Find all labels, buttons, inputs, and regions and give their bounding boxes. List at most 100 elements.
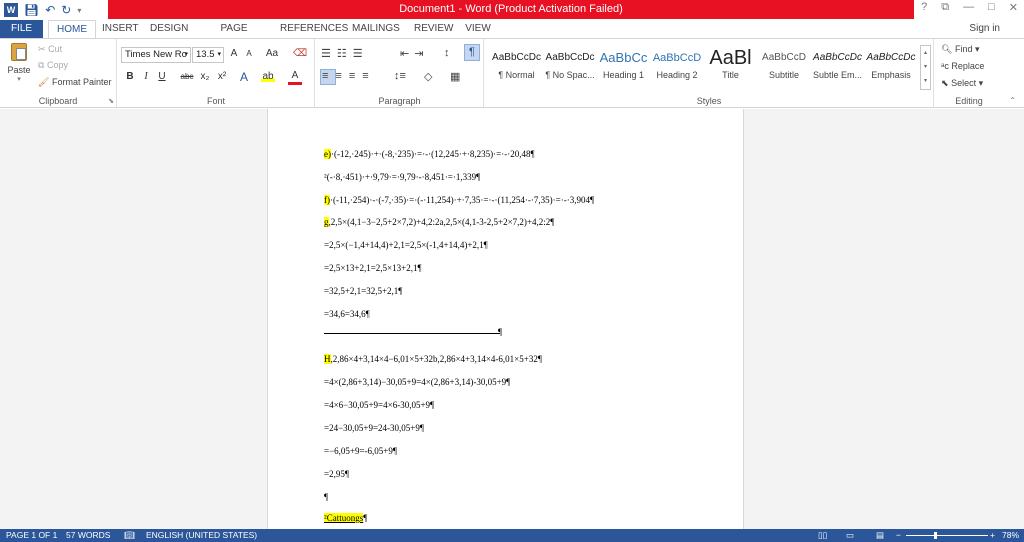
undo-icon[interactable]: ↶ — [45, 3, 55, 17]
alignment-buttons[interactable]: ≡≡≡≡ — [322, 70, 376, 82]
document-line[interactable]: =2,5×13+2,1=2,5×13+2,1¶ — [324, 263, 422, 273]
document-line[interactable]: =2,5×(−1,4+14,4)+2,1=2,5×(-1,4+14,4)+2,1… — [324, 240, 488, 250]
italic-button[interactable]: I — [139, 71, 153, 82]
tab-home[interactable]: HOME — [48, 20, 96, 39]
document-line[interactable]: H,2,86×4+3,14×4−6,01×5+32b,2,86×4+3,14×4… — [324, 354, 542, 364]
document-line[interactable]: f)·(-11,·254)·-·(-7,·35)·=·(-·11,254)·+·… — [324, 195, 594, 205]
grow-font-button[interactable]: A — [227, 48, 241, 59]
style-3[interactable]: AaBbCcD Heading 2 — [650, 46, 705, 94]
web-layout-icon[interactable]: ▤ — [876, 529, 884, 542]
document-line[interactable]: =4×6−30,05+9=4×6-30,05+9¶ — [324, 400, 434, 410]
document-line[interactable]: =32,5+2,1=32,5+2,1¶ — [324, 286, 402, 296]
document-line[interactable]: =−6,05+9=-6,05+9¶ — [324, 446, 397, 456]
font-name-select[interactable]: Times New Ro ▾ — [121, 47, 191, 63]
line-spacing-icon[interactable]: ↕≡ — [394, 70, 406, 82]
style-7[interactable]: AaBbCcDc Emphasis — [864, 46, 919, 94]
zoom-in-icon[interactable]: + — [990, 529, 995, 542]
line-text: =32,5+2,1=32,5+2,1¶ — [324, 286, 403, 296]
style-6[interactable]: AaBbCcDc Subtle Em... — [810, 46, 865, 94]
document-line[interactable]: =2,95¶ — [324, 469, 349, 479]
line-text: ·(-12,·245)·+·(-8,·235)·=·-·(12,245·+·8,… — [331, 149, 535, 159]
zoom-slider[interactable] — [906, 535, 988, 536]
cut-button[interactable]: ✂ Cut — [38, 44, 62, 55]
help-icon[interactable]: ? — [921, 1, 927, 14]
tab-page-layout[interactable]: PAGE LAYOUT — [203, 20, 265, 52]
read-mode-icon[interactable]: ▯▯ — [818, 529, 827, 542]
sort-icon[interactable]: ↕ — [444, 47, 450, 59]
tab-file[interactable]: FILE — [0, 20, 43, 38]
document-line[interactable]: ²(-·8,·451)·+·9,79·=·9,79·-·8,451·=·1,33… — [324, 172, 480, 182]
styles-scroll[interactable]: ▴ ▾ ▾ — [920, 45, 931, 90]
ribbon-display-icon[interactable]: ⧉ — [941, 1, 949, 14]
zoom-level[interactable]: 78% — [1002, 529, 1019, 542]
style-0[interactable]: AaBbCcDc ¶ Normal — [489, 46, 544, 94]
highlight-icon[interactable]: ab — [261, 71, 275, 82]
minimize-icon[interactable]: — — [963, 1, 974, 14]
underline-button[interactable]: U — [155, 71, 169, 82]
tab-insert[interactable]: INSERT — [102, 20, 139, 38]
format-painter-button[interactable]: 🖌︎ Format Painter — [38, 77, 111, 88]
tab-view[interactable]: VIEW — [465, 20, 491, 38]
font-color-icon[interactable]: A — [288, 70, 302, 85]
tab-design[interactable]: DESIGN — [150, 20, 188, 38]
text-effects-icon[interactable]: A — [237, 70, 251, 84]
sign-in-link[interactable]: Sign in — [969, 20, 1000, 38]
window-title: Document1 - Word (Product Activation Fai… — [108, 0, 914, 19]
style-1[interactable]: AaBbCcDc ¶ No Spac... — [543, 46, 598, 94]
word-count[interactable]: 57 WORDS — [66, 529, 110, 542]
document-line[interactable]: ²Cattuongs¶ — [324, 513, 367, 523]
replace-button[interactable]: ᵃc Replace — [941, 61, 984, 71]
maximize-icon[interactable]: □ — [988, 1, 995, 14]
collapse-ribbon-icon[interactable]: ⌃ — [1009, 96, 1016, 105]
copy-button[interactable]: ⧉ Copy — [38, 60, 68, 71]
tab-references[interactable]: REFERENCES — [280, 20, 348, 38]
line-text: ,2,86×4+3,14×4−6,01×5+32b,2,86×4+3,14×4-… — [330, 354, 542, 364]
font-group: Times New Ro ▾ 13.5 ▾ A A Aa ⌫ B I U abc x… — [118, 39, 315, 107]
document-line[interactable]: e)·(-12,·245)·+·(-8,·235)·=·-·(12,245·+·… — [324, 149, 535, 159]
style-5[interactable]: AaBbCcD Subtitle — [757, 46, 812, 94]
style-preview: AaBl — [709, 47, 752, 69]
document-line[interactable]: =24−30,05+9=24-30,05+9¶ — [324, 423, 424, 433]
dialog-launcher-icon[interactable]: ⬊ — [108, 97, 114, 105]
clear-formatting-icon[interactable]: ⌫ — [293, 48, 307, 59]
find-button[interactable]: 🔍︎ Find ▾ — [941, 44, 980, 55]
save-icon[interactable]: 💾︎ — [24, 3, 39, 17]
style-4[interactable]: AaBl Title — [703, 46, 758, 94]
close-icon[interactable]: ✕ — [1009, 1, 1018, 14]
language[interactable]: ENGLISH (UNITED STATES) — [146, 529, 257, 542]
borders-icon[interactable]: ▦ — [450, 70, 460, 83]
document-page[interactable]: ¶ e)·(-12,·245)·+·(-8,·235)·=·-·(12,245·… — [267, 109, 744, 529]
indent-buttons[interactable]: ⇤⇥ — [400, 47, 428, 60]
customize-qat-icon[interactable]: ▾ — [77, 6, 81, 15]
zoom-out-icon[interactable]: − — [896, 529, 901, 542]
list-buttons[interactable]: ☰☷☰ — [321, 47, 369, 60]
bold-button[interactable]: B — [123, 71, 137, 82]
ribbon-tabs: FILE HOME INSERT DESIGN PAGE LAYOUT REFE… — [0, 20, 1024, 52]
zoom-thumb[interactable] — [934, 532, 937, 539]
font-size-select[interactable]: 13.5 ▾ — [192, 47, 224, 63]
strikethrough-button[interactable]: abc — [178, 72, 196, 81]
document-line[interactable]: g,2,5×(4,1−3−2,5+2×7,2)+4,2:2a,2,5×(4,1-… — [324, 217, 554, 227]
document-line[interactable]: ¶ — [324, 492, 328, 502]
show-marks-button[interactable]: ¶ — [464, 44, 480, 61]
window-controls: ? ⧉ — □ ✕ — [921, 1, 1018, 14]
line-text: ¶ — [324, 492, 329, 502]
shrink-font-button[interactable]: A — [242, 49, 256, 58]
style-2[interactable]: AaBbCc Heading 1 — [596, 46, 651, 94]
proofing-icon[interactable]: 📖︎ — [124, 529, 135, 542]
tab-mailings[interactable]: MAILINGS — [352, 20, 400, 38]
subscript-button[interactable]: x₂ — [198, 71, 212, 82]
styles-group: AaBbCcDc ¶ Normal AaBbCcDc ¶ No Spac... AaBb… — [485, 39, 934, 107]
select-button[interactable]: ⬉ Select ▾ — [941, 78, 983, 89]
highlighted-text: ²Cattuongs — [324, 513, 364, 523]
redo-icon[interactable]: ↻ — [61, 3, 71, 17]
paste-button[interactable]: Paste ▾ — [6, 43, 32, 89]
document-line[interactable]: =34,6=34,6¶ — [324, 309, 370, 319]
superscript-button[interactable]: x² — [215, 71, 229, 82]
print-layout-icon[interactable]: ▭ — [846, 529, 854, 542]
shading-icon[interactable]: ◇ — [424, 70, 432, 83]
change-case-button[interactable]: Aa — [263, 48, 281, 59]
tab-review[interactable]: REVIEW — [414, 20, 453, 38]
document-line[interactable]: =4×(2,86+3,14)−30,05+9=4×(2,86+3,14)-30,… — [324, 377, 510, 387]
page-count[interactable]: PAGE 1 OF 1 — [6, 529, 57, 542]
